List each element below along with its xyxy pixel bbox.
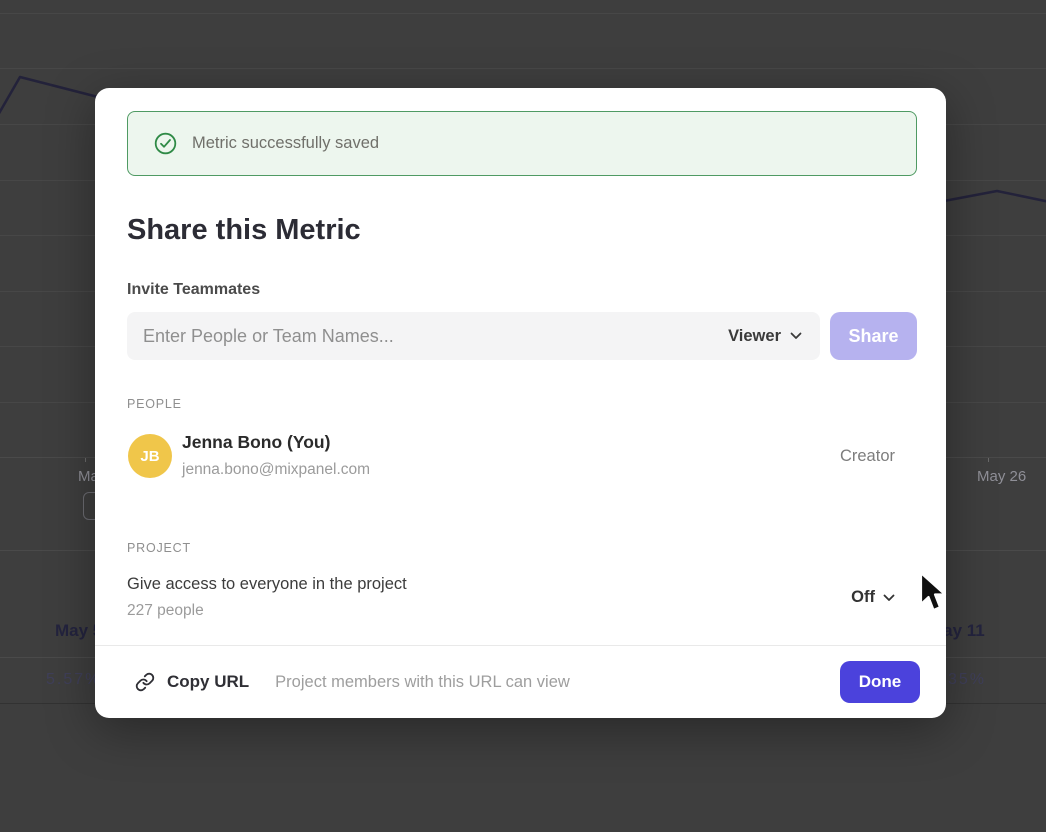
table-value-cell: 5.57% — [46, 671, 101, 689]
copy-url-label: Copy URL — [167, 672, 249, 692]
chevron-down-icon — [790, 332, 802, 340]
x-axis-label: May 26 — [977, 468, 1026, 485]
success-banner: Metric successfully saved — [127, 111, 917, 176]
screen: May May 26 1 May 5 May 11 5.57% 35% Metr… — [0, 0, 1046, 832]
share-metric-modal: Metric successfully saved Share this Met… — [95, 88, 946, 718]
role-dropdown[interactable]: Viewer — [728, 327, 802, 346]
invite-teammates-label: Invite Teammates — [127, 281, 260, 299]
mouse-cursor — [918, 571, 948, 613]
modal-footer: Copy URL Project members with this URL c… — [95, 645, 946, 718]
project-access-title: Give access to everyone in the project — [127, 575, 407, 594]
project-section-label: PROJECT — [127, 541, 191, 555]
share-button[interactable]: Share — [830, 312, 917, 360]
avatar: JB — [128, 434, 172, 478]
invite-input[interactable]: Enter People or Team Names... Viewer — [127, 312, 820, 360]
link-icon — [135, 672, 155, 692]
person-role-badge: Creator — [840, 447, 895, 466]
project-member-count: 227 people — [127, 602, 204, 620]
project-access-dropdown[interactable]: Off — [851, 588, 895, 607]
modal-title: Share this Metric — [127, 214, 361, 247]
done-button[interactable]: Done — [840, 661, 920, 703]
table-value-cell: 35% — [948, 671, 986, 689]
role-dropdown-value: Viewer — [728, 327, 781, 346]
chevron-down-icon — [883, 594, 895, 602]
axis-tick — [988, 458, 989, 462]
footer-caption: Project members with this URL can view — [275, 673, 570, 692]
invite-input-placeholder: Enter People or Team Names... — [143, 326, 728, 347]
axis-tick — [85, 458, 86, 462]
person-email: jenna.bono@mixpanel.com — [182, 461, 370, 479]
success-banner-message: Metric successfully saved — [192, 134, 379, 153]
people-section-label: PEOPLE — [127, 397, 182, 411]
project-access-value: Off — [851, 588, 875, 607]
avatar-initials: JB — [140, 448, 159, 465]
person-name: Jenna Bono (You) — [182, 432, 330, 453]
copy-url-button[interactable]: Copy URL — [135, 672, 249, 692]
success-check-icon — [154, 132, 177, 155]
